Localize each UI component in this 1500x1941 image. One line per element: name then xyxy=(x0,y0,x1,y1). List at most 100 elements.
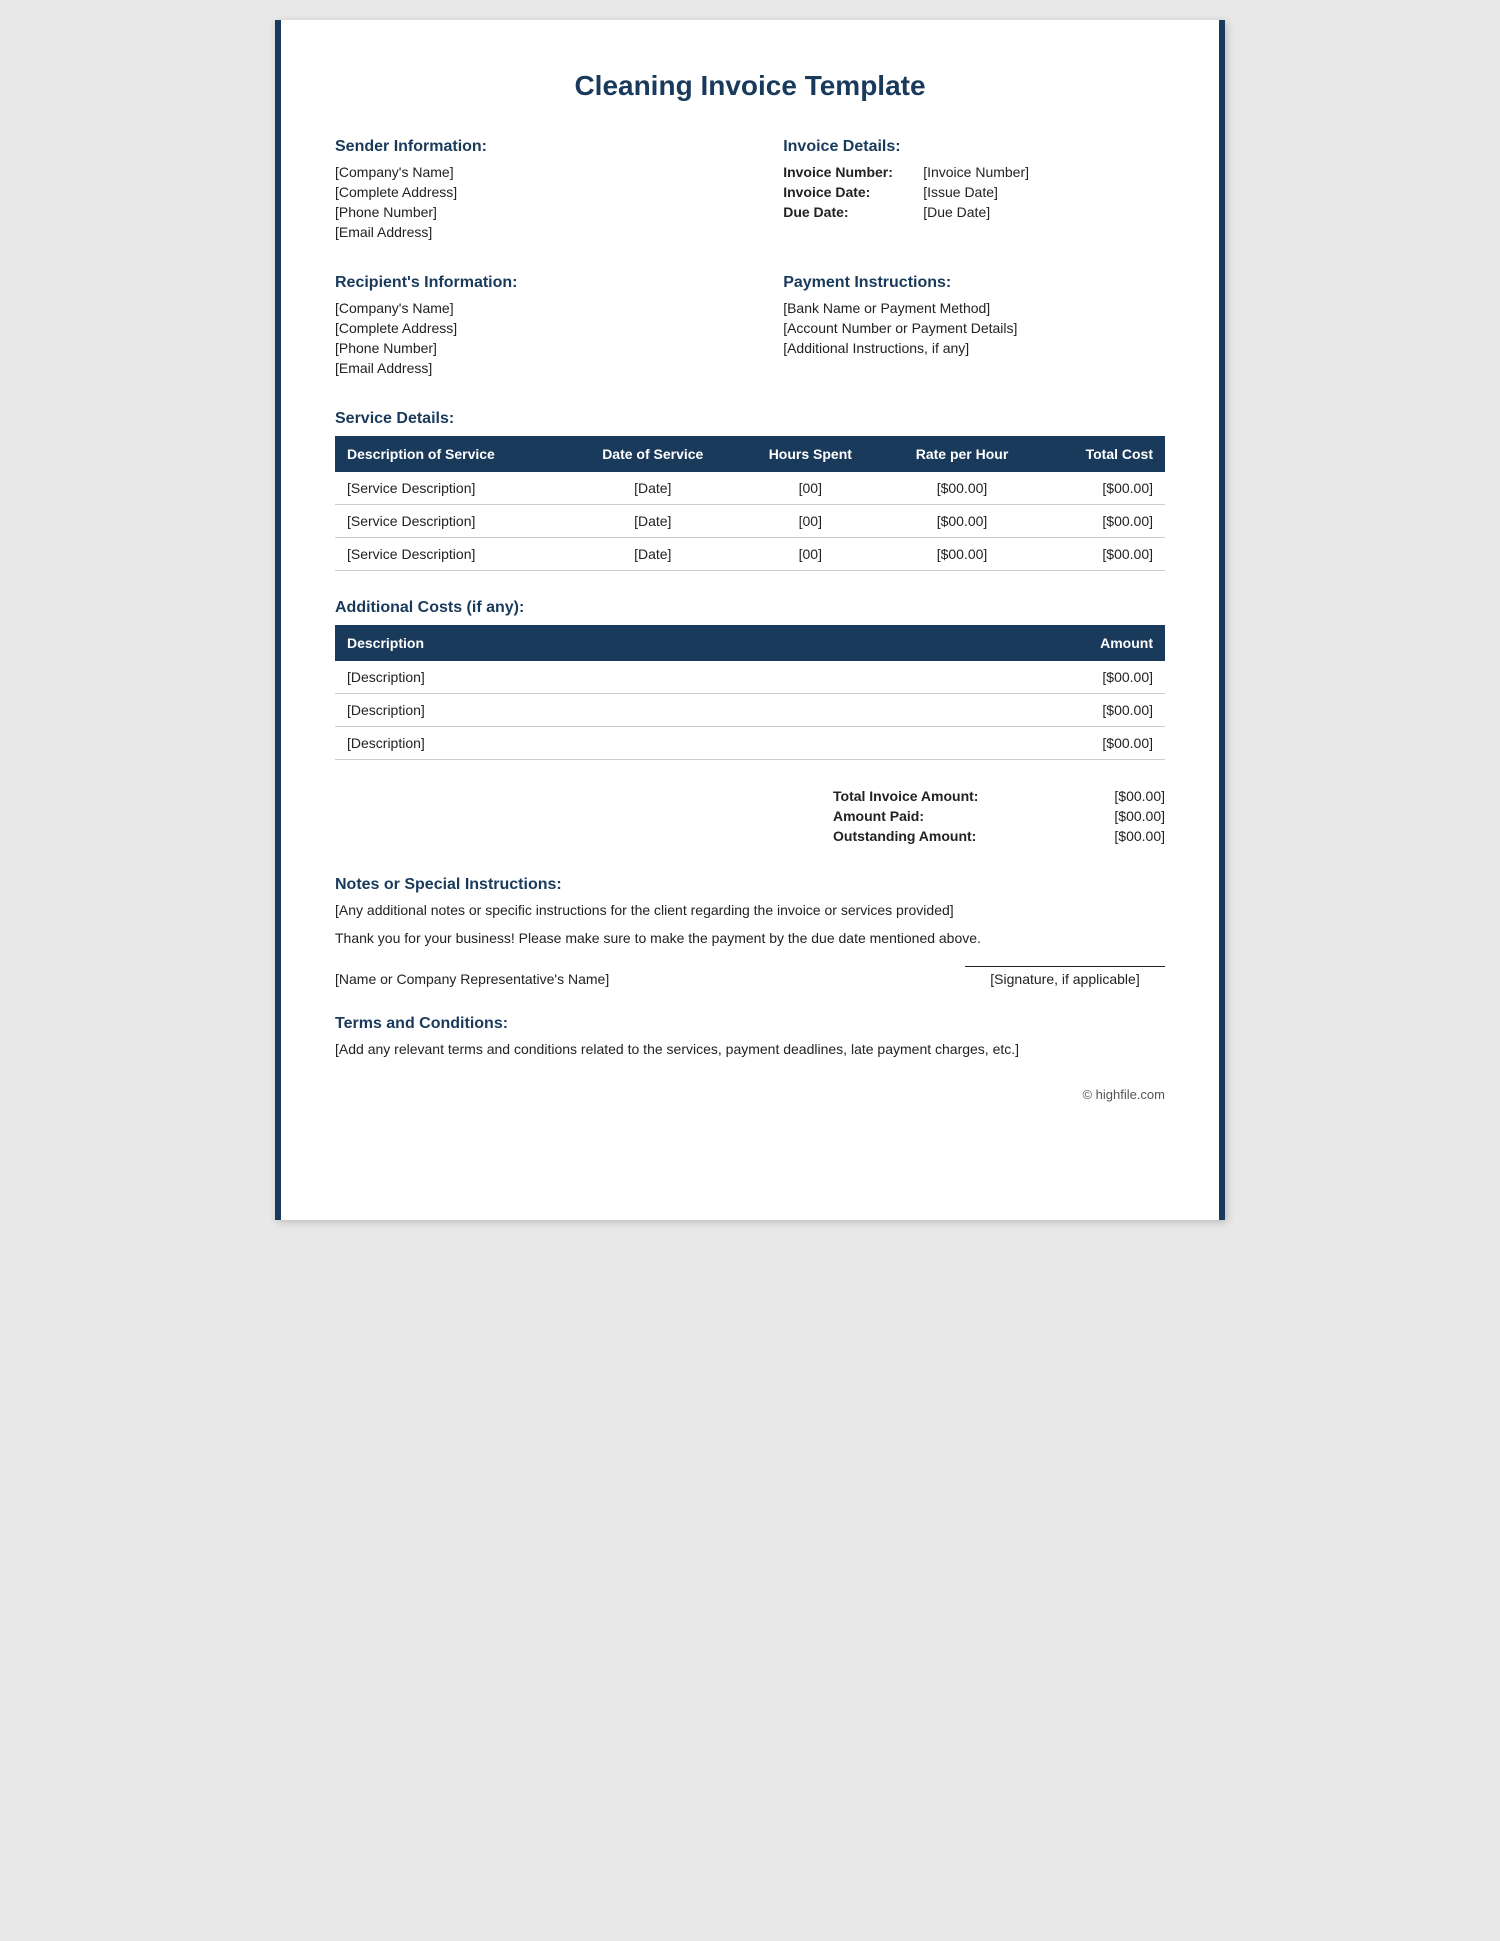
service-hours-2: [00] xyxy=(738,538,883,571)
sender-section: Sender Information: [Company's Name] [Co… xyxy=(335,138,717,244)
col-total: Total Cost xyxy=(1041,436,1165,472)
terms-section: Terms and Conditions: [Add any relevant … xyxy=(335,1015,1165,1057)
sender-company: [Company's Name] xyxy=(335,164,717,180)
service-details-heading: Service Details: xyxy=(335,410,1165,428)
recipient-section: Recipient's Information: [Company's Name… xyxy=(335,274,717,380)
top-info-section: Sender Information: [Company's Name] [Co… xyxy=(335,138,1165,244)
terms-heading: Terms and Conditions: xyxy=(335,1015,1165,1033)
service-table-row: [Service Description] [Date] [00] [$00.0… xyxy=(335,538,1165,571)
notes-body: [Any additional notes or specific instru… xyxy=(335,902,1165,918)
recipient-company: [Company's Name] xyxy=(335,300,717,316)
total-invoice-value: [$00.00] xyxy=(1114,788,1165,804)
totals-section: Total Invoice Amount: [$00.00] Amount Pa… xyxy=(335,788,1165,848)
invoice-date-value: [Issue Date] xyxy=(923,184,998,200)
additional-costs-heading: Additional Costs (if any): xyxy=(335,599,1165,617)
col-hours: Hours Spent xyxy=(738,436,883,472)
invoice-due-value: [Due Date] xyxy=(923,204,990,220)
service-date-0: [Date] xyxy=(568,472,738,505)
service-table: Description of Service Date of Service H… xyxy=(335,436,1165,571)
service-date-1: [Date] xyxy=(568,505,738,538)
col-date: Date of Service xyxy=(568,436,738,472)
recipient-email: [Email Address] xyxy=(335,360,717,376)
additional-amount-0: [$00.00] xyxy=(808,661,1165,694)
additional-description-0: [Description] xyxy=(335,661,808,694)
invoice-page: Cleaning Invoice Template Sender Informa… xyxy=(275,20,1225,1220)
additional-table-row: [Description] [$00.00] xyxy=(335,727,1165,760)
additional-table-row: [Description] [$00.00] xyxy=(335,661,1165,694)
notes-heading: Notes or Special Instructions: xyxy=(335,876,1165,894)
outstanding-row: Outstanding Amount: [$00.00] xyxy=(833,828,1165,844)
outstanding-label: Outstanding Amount: xyxy=(833,828,976,844)
service-total-0: [$00.00] xyxy=(1041,472,1165,505)
service-table-header-row: Description of Service Date of Service H… xyxy=(335,436,1165,472)
terms-body: [Add any relevant terms and conditions r… xyxy=(335,1041,1165,1057)
sender-phone: [Phone Number] xyxy=(335,204,717,220)
service-table-row: [Service Description] [Date] [00] [$00.0… xyxy=(335,472,1165,505)
additional-table-header-row: Description Amount xyxy=(335,625,1165,661)
page-title: Cleaning Invoice Template xyxy=(335,70,1165,102)
payment-section: Payment Instructions: [Bank Name or Paym… xyxy=(783,274,1165,380)
service-details-section: Service Details: Description of Service … xyxy=(335,410,1165,571)
col-rate: Rate per Hour xyxy=(883,436,1041,472)
additional-table-body: [Description] [$00.00] [Description] [$0… xyxy=(335,661,1165,760)
recipient-phone: [Phone Number] xyxy=(335,340,717,356)
signature-field: [Signature, if applicable] xyxy=(965,966,1165,987)
recipient-heading: Recipient's Information: xyxy=(335,274,717,292)
service-description-1: [Service Description] xyxy=(335,505,568,538)
sender-email: [Email Address] xyxy=(335,224,717,240)
recipient-address: [Complete Address] xyxy=(335,320,717,336)
service-table-body: [Service Description] [Date] [00] [$00.0… xyxy=(335,472,1165,571)
invoice-date-label: Invoice Date: xyxy=(783,184,923,200)
payment-line2: [Account Number or Payment Details] xyxy=(783,320,1165,336)
invoice-number-row: Invoice Number: [Invoice Number] xyxy=(783,164,1165,180)
amount-paid-label: Amount Paid: xyxy=(833,808,924,824)
service-rate-0: [$00.00] xyxy=(883,472,1041,505)
signature-row: [Name or Company Representative's Name] … xyxy=(335,966,1165,987)
service-table-row: [Service Description] [Date] [00] [$00.0… xyxy=(335,505,1165,538)
footer-text: © highfile.com xyxy=(1082,1087,1165,1102)
thank-you-text: Thank you for your business! Please make… xyxy=(335,930,1165,946)
invoice-due-label: Due Date: xyxy=(783,204,923,220)
total-invoice-row: Total Invoice Amount: [$00.00] xyxy=(833,788,1165,804)
additional-table-row: [Description] [$00.00] xyxy=(335,694,1165,727)
invoice-number-value: [Invoice Number] xyxy=(923,164,1029,180)
additional-description-1: [Description] xyxy=(335,694,808,727)
invoice-date-row: Invoice Date: [Issue Date] xyxy=(783,184,1165,200)
additional-description-2: [Description] xyxy=(335,727,808,760)
additional-costs-section: Additional Costs (if any): Description A… xyxy=(335,599,1165,760)
payment-line1: [Bank Name or Payment Method] xyxy=(783,300,1165,316)
sender-heading: Sender Information: xyxy=(335,138,717,156)
sender-address: [Complete Address] xyxy=(335,184,717,200)
right-border-bar xyxy=(1219,20,1225,1220)
amount-paid-value: [$00.00] xyxy=(1114,808,1165,824)
service-total-2: [$00.00] xyxy=(1041,538,1165,571)
additional-table: Description Amount [Description] [$00.00… xyxy=(335,625,1165,760)
additional-col-amount: Amount xyxy=(808,625,1165,661)
col-description: Description of Service xyxy=(335,436,568,472)
additional-amount-2: [$00.00] xyxy=(808,727,1165,760)
service-rate-1: [$00.00] xyxy=(883,505,1041,538)
left-border-bar xyxy=(275,20,281,1220)
invoice-due-row: Due Date: [Due Date] xyxy=(783,204,1165,220)
service-total-1: [$00.00] xyxy=(1041,505,1165,538)
notes-section: Notes or Special Instructions: [Any addi… xyxy=(335,876,1165,946)
service-hours-0: [00] xyxy=(738,472,883,505)
service-date-2: [Date] xyxy=(568,538,738,571)
outstanding-value: [$00.00] xyxy=(1114,828,1165,844)
additional-col-description: Description xyxy=(335,625,808,661)
payment-line3: [Additional Instructions, if any] xyxy=(783,340,1165,356)
footer: © highfile.com xyxy=(335,1087,1165,1102)
service-description-0: [Service Description] xyxy=(335,472,568,505)
invoice-details-section: Invoice Details: Invoice Number: [Invoic… xyxy=(783,138,1165,244)
amount-paid-row: Amount Paid: [$00.00] xyxy=(833,808,1165,824)
representative-name: [Name or Company Representative's Name] xyxy=(335,971,609,987)
invoice-details-heading: Invoice Details: xyxy=(783,138,1165,156)
service-description-2: [Service Description] xyxy=(335,538,568,571)
service-rate-2: [$00.00] xyxy=(883,538,1041,571)
total-invoice-label: Total Invoice Amount: xyxy=(833,788,978,804)
additional-amount-1: [$00.00] xyxy=(808,694,1165,727)
totals-block: Total Invoice Amount: [$00.00] Amount Pa… xyxy=(833,788,1165,848)
service-hours-1: [00] xyxy=(738,505,883,538)
invoice-number-label: Invoice Number: xyxy=(783,164,923,180)
recipient-payment-section: Recipient's Information: [Company's Name… xyxy=(335,274,1165,380)
